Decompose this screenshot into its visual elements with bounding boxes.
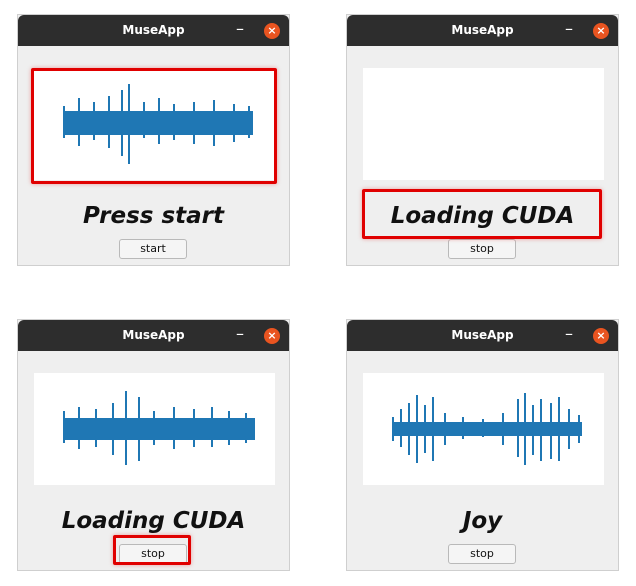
highlight-waveform-box — [31, 68, 277, 184]
waveform — [392, 393, 582, 465]
close-icon[interactable]: × — [264, 23, 280, 39]
museapp-window-4: MuseApp – × Joy stop — [346, 319, 619, 571]
stop-button[interactable]: stop — [448, 544, 516, 564]
museapp-window-3: MuseApp – × Loading CUDA stop — [17, 319, 290, 571]
highlight-stop-button-box — [113, 535, 191, 565]
waveform — [63, 391, 255, 465]
highlight-status-box — [362, 189, 602, 239]
close-icon[interactable]: × — [593, 328, 609, 344]
waveform-plot — [34, 373, 275, 485]
empty-plot — [363, 68, 604, 180]
minimize-icon[interactable]: – — [562, 21, 576, 37]
waveform-plot — [363, 373, 604, 485]
close-icon[interactable]: × — [264, 328, 280, 344]
close-icon[interactable]: × — [593, 23, 609, 39]
stop-button[interactable]: stop — [448, 239, 516, 259]
window-title: MuseApp — [451, 328, 514, 342]
window-title: MuseApp — [451, 23, 514, 37]
title-bar[interactable]: MuseApp – × — [347, 320, 618, 351]
title-bar[interactable]: MuseApp – × — [347, 15, 618, 46]
window-title: MuseApp — [122, 23, 185, 37]
minimize-icon[interactable]: – — [233, 326, 247, 342]
title-bar[interactable]: MuseApp – × — [18, 320, 289, 351]
status-text: Press start — [82, 203, 225, 229]
window-title: MuseApp — [122, 328, 185, 342]
minimize-icon[interactable]: – — [233, 21, 247, 37]
minimize-icon[interactable]: – — [562, 326, 576, 342]
status-text: Joy — [462, 508, 503, 534]
title-bar[interactable]: MuseApp – × — [18, 15, 289, 46]
status-text: Loading CUDA — [61, 508, 246, 534]
start-button[interactable]: start — [119, 239, 187, 259]
